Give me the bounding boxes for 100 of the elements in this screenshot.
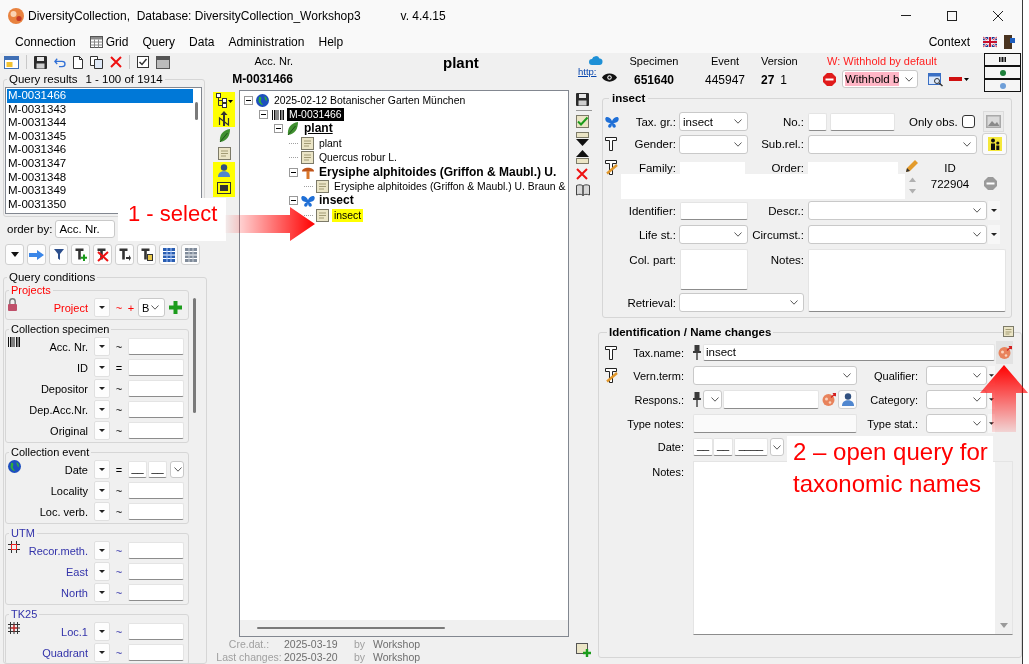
delete-icon[interactable] <box>110 56 122 68</box>
people-button[interactable] <box>982 133 1007 155</box>
view-button[interactable] <box>984 66 1021 79</box>
operator-dropdown[interactable] <box>94 562 110 581</box>
input-field[interactable] <box>128 563 184 580</box>
book-icon[interactable] <box>576 184 590 196</box>
responsible-dropdown[interactable] <box>703 390 722 409</box>
number-field[interactable] <box>830 112 895 131</box>
query-button[interactable] <box>996 341 1013 364</box>
dropdown-button[interactable] <box>988 225 1000 244</box>
input-field[interactable] <box>128 542 184 559</box>
date-field[interactable]: __ <box>713 438 733 456</box>
scrollbar-thumb[interactable] <box>193 298 196 413</box>
operator-dropdown[interactable] <box>94 502 110 521</box>
date-field[interactable]: ____ <box>734 438 768 456</box>
toolbar-button[interactable] <box>159 244 178 265</box>
list-item[interactable]: M-0031348 <box>7 170 69 185</box>
type-notes-field[interactable] <box>693 414 857 433</box>
input-field[interactable] <box>128 584 184 601</box>
toolbar-button[interactable] <box>115 244 134 265</box>
menu-item[interactable]: Query <box>135 34 183 50</box>
menu-item[interactable]: Administration <box>221 34 312 50</box>
collected-part-field[interactable] <box>680 249 748 290</box>
menu-item[interactable]: Context <box>922 34 976 50</box>
list-item[interactable]: M-0031350 <box>7 197 69 212</box>
operator-dropdown[interactable] <box>94 400 110 419</box>
date-field[interactable]: __ <box>128 461 147 478</box>
tree-node[interactable]: Quercus robur L. <box>317 151 399 165</box>
input-field[interactable] <box>128 422 184 439</box>
operator-dropdown[interactable] <box>94 622 110 641</box>
checkbox-icon[interactable] <box>137 56 149 68</box>
copy-icon[interactable] <box>90 55 103 69</box>
operator-dropdown[interactable] <box>94 460 110 479</box>
check-document-icon[interactable] <box>576 115 589 128</box>
checkbox[interactable] <box>961 115 975 128</box>
tree-node[interactable]: Erysiphe alphitoides (Griffon & Maubl.) U. Braun & <box>332 180 568 194</box>
toggle-button[interactable] <box>213 162 235 180</box>
toolbar-button[interactable] <box>71 244 90 265</box>
notes-field[interactable] <box>808 249 1006 312</box>
undo-icon[interactable] <box>54 57 66 67</box>
door-icon[interactable] <box>1003 35 1015 49</box>
scroll-down-icon[interactable] <box>999 623 1008 628</box>
input-field[interactable] <box>128 359 184 376</box>
input-field[interactable] <box>128 644 184 661</box>
toggle-button[interactable] <box>213 92 235 110</box>
date-dropdown[interactable] <box>170 461 184 478</box>
operator-dropdown[interactable] <box>94 421 110 440</box>
tree-node[interactable]: insect <box>332 208 364 222</box>
responsible-field[interactable] <box>723 390 819 409</box>
toolbar-button[interactable] <box>93 244 112 265</box>
operator-dropdown[interactable] <box>94 541 110 560</box>
list-item[interactable]: M-0031346 <box>7 143 69 157</box>
scrollbar-thumb[interactable] <box>257 627 445 629</box>
taxon-name-field[interactable]: insect <box>703 344 995 361</box>
toolbar-button[interactable] <box>5 244 24 265</box>
taxon-group-dropdown[interactable]: insect <box>679 112 748 131</box>
collapse-icon[interactable] <box>259 110 268 120</box>
view-button[interactable] <box>984 53 1021 66</box>
save-icon[interactable] <box>34 55 47 69</box>
collapse-icon[interactable] <box>244 95 253 105</box>
delete-icon[interactable] <box>576 168 588 180</box>
withhold-dropdown[interactable]: Withhold b <box>842 70 918 88</box>
tree-node[interactable]: plant <box>302 122 335 136</box>
eye-icon[interactable] <box>602 73 617 82</box>
identifier-field[interactable] <box>680 201 748 220</box>
tree-node[interactable]: Erysiphe alphitoides (Griffon & Maubl.) U. <box>317 165 559 179</box>
tree-node[interactable]: insect <box>317 194 356 208</box>
dropdown-button[interactable] <box>988 201 1000 220</box>
list-item[interactable]: M-0031347 <box>7 156 69 171</box>
input-field[interactable] <box>128 482 184 499</box>
toolbar-button[interactable] <box>49 244 68 265</box>
plus-icon[interactable] <box>169 301 182 314</box>
date-dropdown[interactable] <box>770 438 784 456</box>
document-icon[interactable] <box>1003 326 1014 337</box>
date-field[interactable]: __ <box>693 438 713 456</box>
flag-icon[interactable] <box>983 37 997 47</box>
list-item[interactable]: M-0031345 <box>7 129 69 144</box>
number-field[interactable] <box>808 112 827 131</box>
date-field[interactable]: __ <box>148 461 167 478</box>
input-field[interactable] <box>128 401 184 418</box>
input-field[interactable] <box>128 338 184 355</box>
operator-dropdown[interactable] <box>94 379 110 398</box>
input-field[interactable] <box>128 623 184 640</box>
scrollbar[interactable] <box>995 462 1012 634</box>
ball-icon[interactable] <box>822 393 836 406</box>
search-window-icon[interactable] <box>928 72 943 86</box>
scrollbar-thumb[interactable] <box>195 102 198 120</box>
tree-node[interactable]: 2025-02-12 Botanischer Garten München <box>272 93 468 107</box>
up-arrow-icon[interactable] <box>576 150 589 164</box>
input-field[interactable] <box>128 380 184 397</box>
toolbar-button[interactable] <box>137 244 156 265</box>
list-item[interactable]: M-0031349 <box>7 184 69 198</box>
collapse-icon[interactable] <box>274 124 283 134</box>
save-icon[interactable] <box>576 93 589 106</box>
window-icon[interactable] <box>156 55 170 69</box>
operator-dropdown[interactable] <box>94 337 110 356</box>
input-field[interactable] <box>128 503 184 520</box>
operator-dropdown[interactable] <box>94 583 110 602</box>
list-item[interactable]: M-0031344 <box>7 116 69 130</box>
menu-item[interactable]: Help <box>311 34 351 50</box>
